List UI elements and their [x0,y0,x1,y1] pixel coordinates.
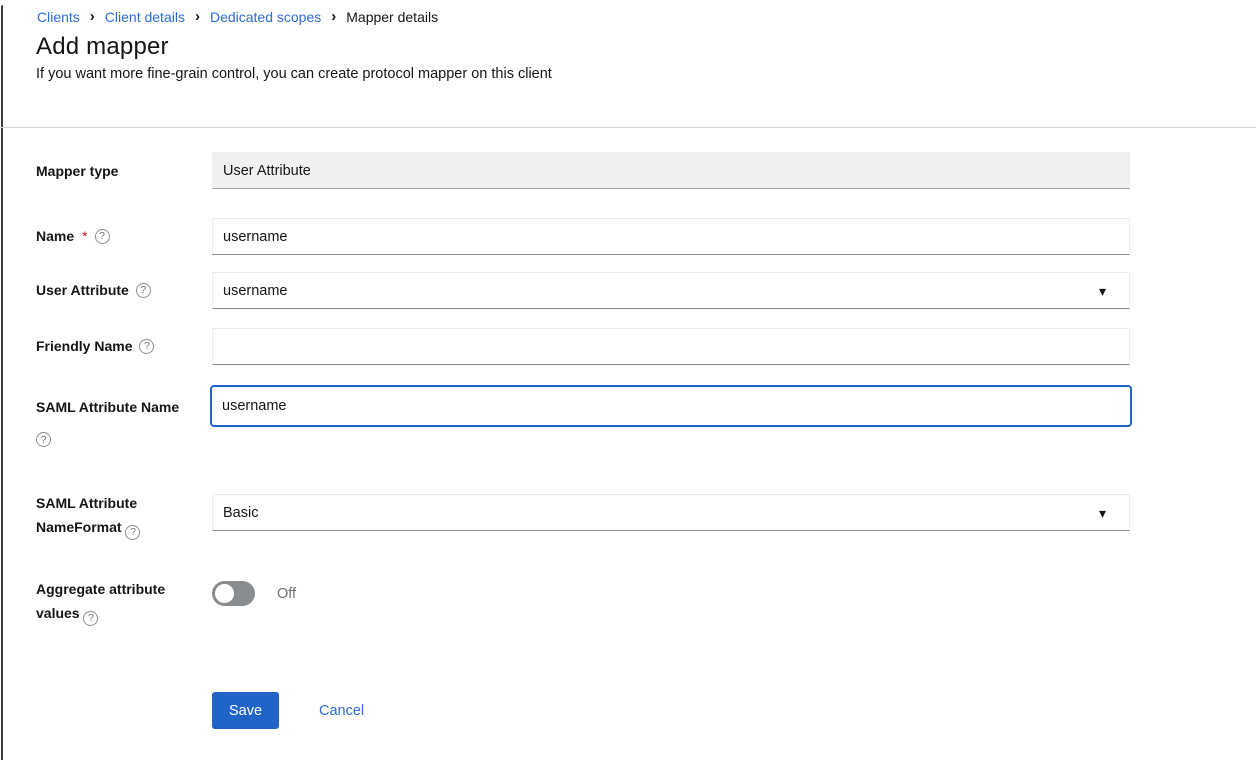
saml-attribute-nameformat-select[interactable]: Basic ▾ [212,494,1130,531]
saml-attribute-nameformat-select-value: Basic [223,505,258,521]
user-attribute-select-value: username [223,283,287,299]
saml-attribute-name-label: SAML Attribute Name [36,386,198,427]
chevron-right-icon: › [195,9,200,24]
help-icon[interactable]: ? [83,611,98,626]
panel-left-border [1,5,3,760]
caret-down-icon: ▾ [1099,506,1106,520]
breadcrumb-link-dedicated-scopes[interactable]: Dedicated scopes [210,8,321,26]
friendly-name-label: Friendly Name ? [36,328,198,364]
breadcrumb-link-clients[interactable]: Clients [37,8,80,26]
aggregate-attribute-values-label: Aggregate attribute values ? [36,577,198,626]
aggregate-attribute-values-toggle[interactable] [212,581,255,606]
chevron-right-icon: › [331,9,336,24]
saml-attribute-nameformat-label: SAML Attribute NameFormat ? [36,491,198,540]
add-mapper-page: Clients › Client details › Dedicated sco… [0,0,1256,760]
help-icon[interactable]: ? [36,432,51,447]
help-icon[interactable]: ? [95,229,110,244]
mapper-type-input [212,152,1130,189]
caret-down-icon: ▾ [1099,284,1106,298]
name-input[interactable] [212,218,1130,255]
user-attribute-select[interactable]: username ▾ [212,272,1130,309]
page-title: Add mapper [36,33,169,61]
breadcrumb-link-client-details[interactable]: Client details [105,8,185,26]
help-icon[interactable]: ? [125,525,140,540]
friendly-name-input[interactable] [212,328,1130,365]
required-asterisk: * [82,228,87,244]
user-attribute-label: User Attribute ? [36,272,198,308]
page-subtitle: If you want more fine-grain control, you… [36,66,552,82]
toggle-knob [215,584,234,603]
header-divider [0,127,1256,128]
save-button[interactable]: Save [212,692,279,729]
chevron-right-icon: › [90,9,95,24]
name-label: Name * ? [36,218,198,254]
help-icon[interactable]: ? [136,283,151,298]
mapper-type-label: Mapper type [36,152,198,189]
toggle-state-label: Off [277,581,296,606]
help-icon[interactable]: ? [139,339,154,354]
cancel-button[interactable]: Cancel [319,692,364,729]
breadcrumb: Clients › Client details › Dedicated sco… [37,8,438,26]
breadcrumb-current-mapper-details: Mapper details [346,8,438,26]
saml-attribute-name-input[interactable] [210,385,1132,427]
